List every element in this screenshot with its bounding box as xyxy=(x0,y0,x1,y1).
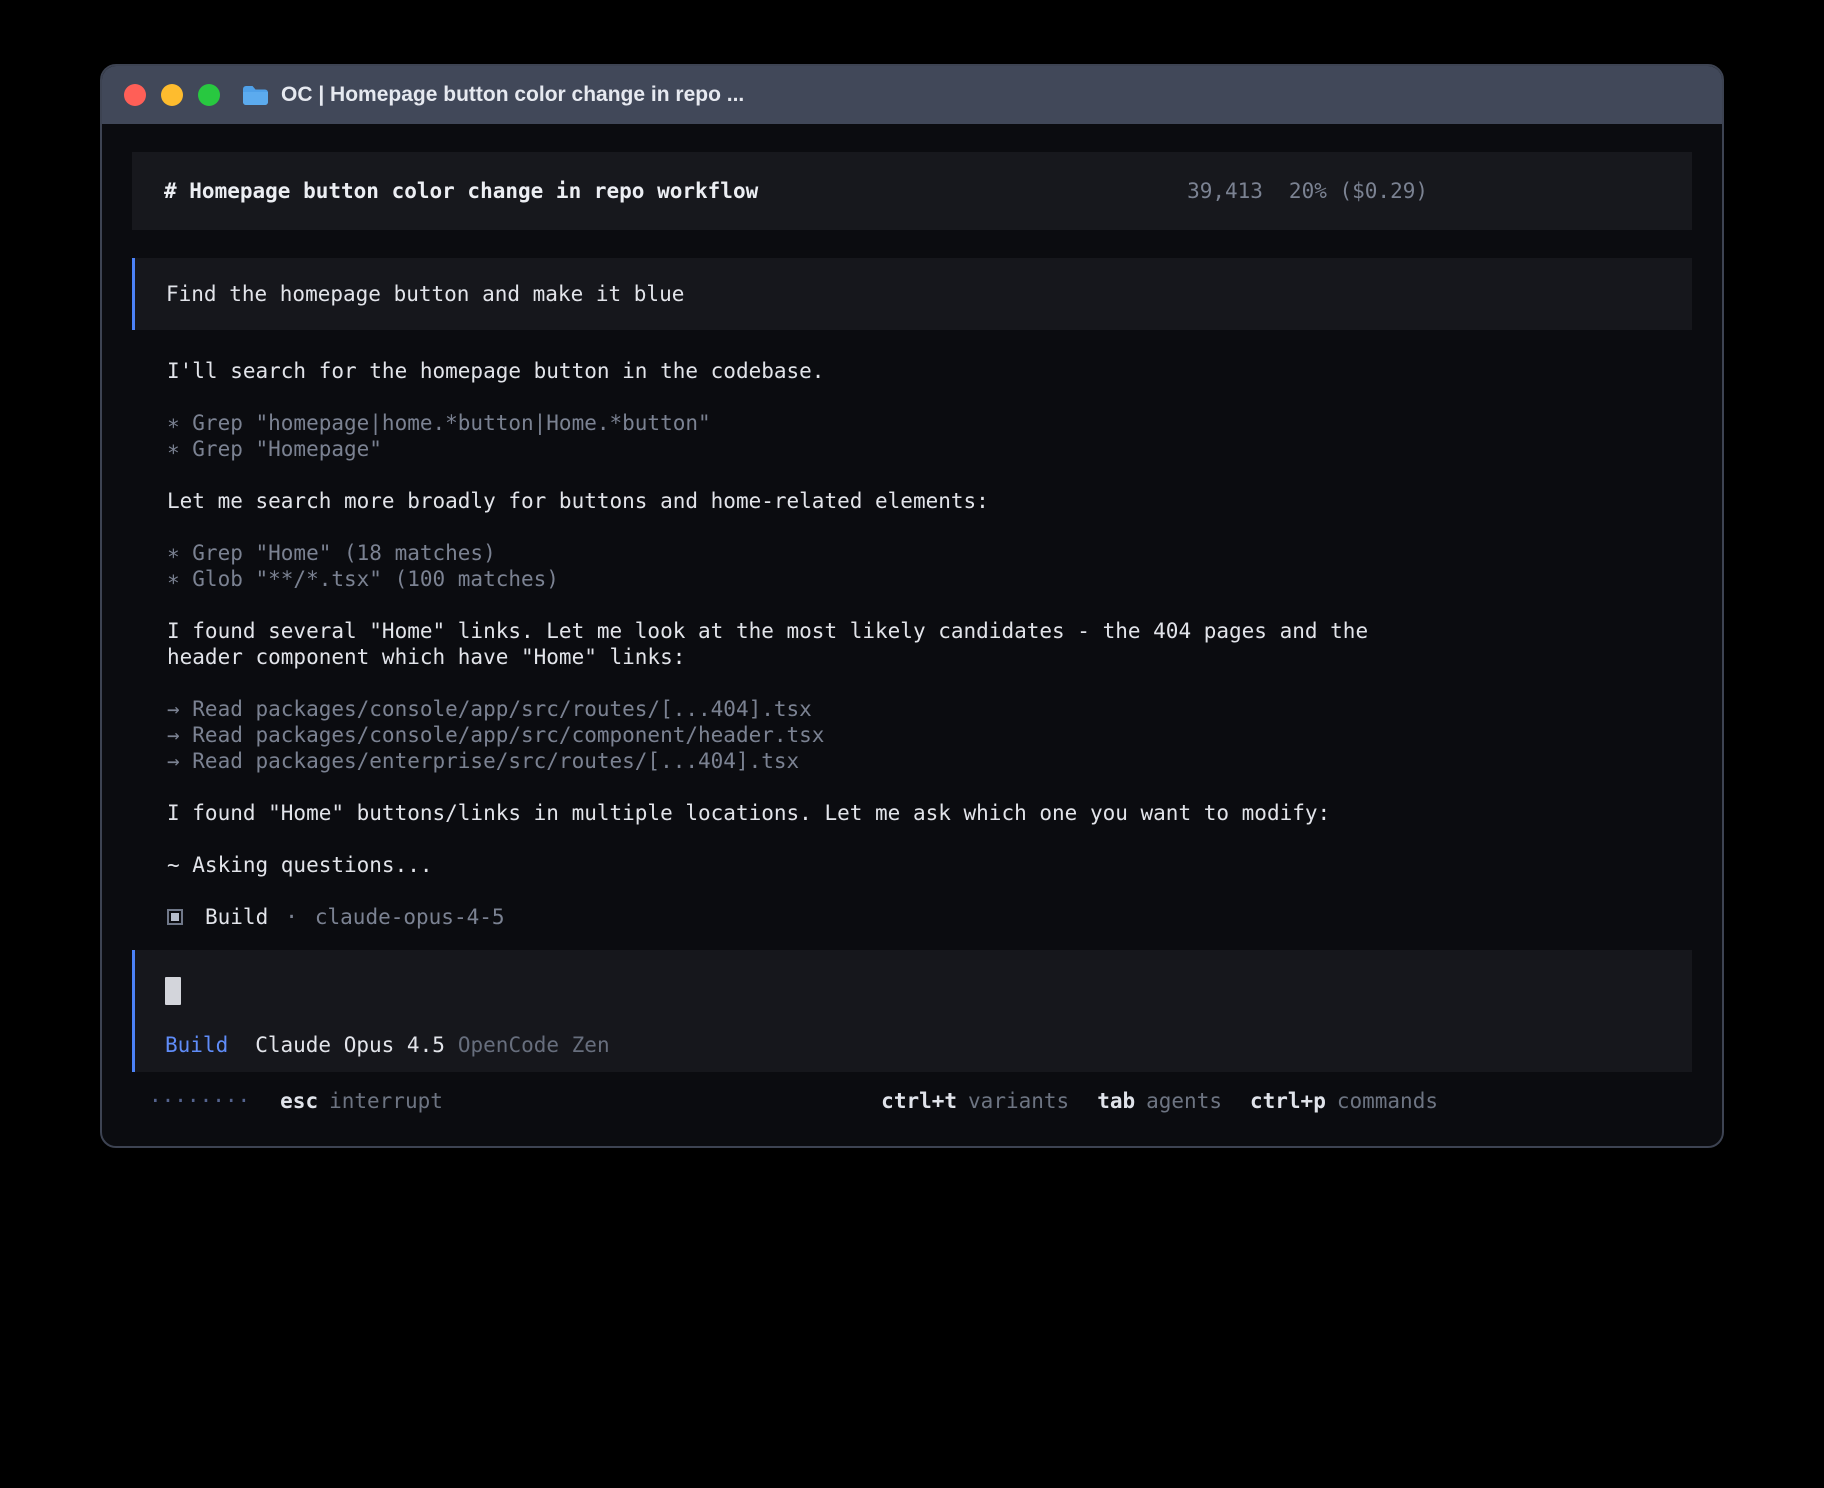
tool-call-read: → Read packages/console/app/src/componen… xyxy=(167,722,1692,748)
interrupt-label: interrupt xyxy=(329,1088,443,1114)
agent-mode-label[interactable]: Build xyxy=(165,1032,228,1058)
maximize-button[interactable] xyxy=(198,84,220,106)
text-cursor xyxy=(165,977,181,1005)
assistant-text: I found "Home" buttons/links in multiple… xyxy=(167,800,1417,826)
hint-interrupt: esc interrupt xyxy=(280,1088,443,1114)
traffic-lights xyxy=(124,84,220,106)
token-count: 39,413 xyxy=(1187,178,1263,204)
session-stats: 39,413 20% ($0.29) xyxy=(1187,178,1428,204)
assistant-text: I'll search for the homepage button in t… xyxy=(167,358,1692,384)
minimize-button[interactable] xyxy=(161,84,183,106)
session-header: # Homepage button color change in repo w… xyxy=(132,152,1692,230)
tool-call-grep: ∗ Grep "homepage|home.*button|Home.*butt… xyxy=(167,410,1692,436)
tool-call-grep: ∗ Grep "Homepage" xyxy=(167,436,1692,462)
assistant-text: Let me search more broadly for buttons a… xyxy=(167,488,1692,514)
agent-model: claude-opus-4-5 xyxy=(315,904,505,930)
tool-call-read: → Read packages/enterprise/src/routes/[.… xyxy=(167,748,1692,774)
terminal-window: OC | Homepage button color change in rep… xyxy=(100,64,1724,1148)
agent-badge-icon xyxy=(167,909,183,925)
assistant-text: I found several "Home" links. Let me loo… xyxy=(167,618,1417,670)
session-title: # Homepage button color change in repo w… xyxy=(164,178,758,204)
tool-call-group: → Read packages/console/app/src/routes/[… xyxy=(167,696,1692,774)
titlebar[interactable]: OC | Homepage button color change in rep… xyxy=(102,66,1722,124)
tool-call-glob: ∗ Glob "**/*.tsx" (100 matches) xyxy=(167,566,1692,592)
conversation: I'll search for the homepage button in t… xyxy=(132,358,1692,930)
hint-variants: ctrl+t variants xyxy=(881,1088,1069,1114)
variants-label: variants xyxy=(968,1088,1069,1114)
tool-call-group: ∗ Grep "Home" (18 matches) ∗ Glob "**/*.… xyxy=(167,540,1692,592)
ctrl-t-key: ctrl+t xyxy=(881,1088,957,1114)
status-bar-right: ctrl+t variants tab agents ctrl+p comman… xyxy=(881,1088,1438,1114)
provider-label: OpenCode Zen xyxy=(458,1032,610,1058)
tab-key: tab xyxy=(1097,1088,1135,1114)
user-message: Find the homepage button and make it blu… xyxy=(132,258,1692,330)
spinner-dots: ········ xyxy=(149,1088,250,1114)
folder-icon xyxy=(242,84,269,106)
agents-label: agents xyxy=(1146,1088,1222,1114)
user-message-text: Find the homepage button and make it blu… xyxy=(166,281,684,307)
agent-name: Build xyxy=(205,904,268,930)
hint-agents: tab agents xyxy=(1097,1088,1222,1114)
prompt-input[interactable]: Build Claude Opus 4.5 OpenCode Zen xyxy=(132,950,1692,1072)
context-usage: 20% ($0.29) xyxy=(1289,178,1428,204)
status-bar-left: ········ esc interrupt xyxy=(132,1088,443,1114)
agent-separator: · xyxy=(285,904,298,930)
tool-call-grep: ∗ Grep "Home" (18 matches) xyxy=(167,540,1692,566)
window-title: OC | Homepage button color change in rep… xyxy=(281,83,744,107)
asking-questions-status: ~ Asking questions... xyxy=(167,852,1692,878)
esc-key: esc xyxy=(280,1088,318,1114)
tool-call-group: ∗ Grep "homepage|home.*button|Home.*butt… xyxy=(167,410,1692,462)
hint-commands: ctrl+p commands xyxy=(1250,1088,1438,1114)
terminal-content[interactable]: # Homepage button color change in repo w… xyxy=(102,124,1722,1146)
input-meta: Build Claude Opus 4.5 OpenCode Zen xyxy=(165,1032,1692,1058)
status-bar: ········ esc interrupt ctrl+t variants t… xyxy=(132,1088,1692,1114)
model-label[interactable]: Claude Opus 4.5 xyxy=(255,1032,445,1058)
commands-label: commands xyxy=(1337,1088,1438,1114)
tool-call-read: → Read packages/console/app/src/routes/[… xyxy=(167,696,1692,722)
agent-status-line: Build · claude-opus-4-5 xyxy=(167,904,1692,930)
ctrl-p-key: ctrl+p xyxy=(1250,1088,1326,1114)
close-button[interactable] xyxy=(124,84,146,106)
